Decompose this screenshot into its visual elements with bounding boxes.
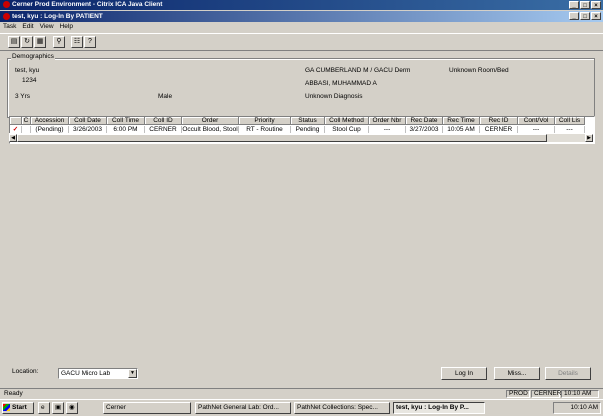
scroll-thumb[interactable] [17, 134, 547, 142]
start-label: Start [12, 404, 27, 411]
close-button[interactable]: × [591, 12, 601, 20]
taskbar-cerner-label: Cerner [106, 404, 126, 411]
taskbar: Start e ▣ ◉ Cerner PathNet General Lab: … [0, 399, 603, 416]
print-icon[interactable]: ▦ [34, 36, 46, 48]
outer-window-title: Cerner Prod Environment - Citrix ICA Jav… [12, 1, 163, 8]
chevron-down-icon[interactable]: ▼ [128, 369, 137, 378]
demographics-label: Demographics [11, 53, 55, 60]
status-text: Ready [4, 390, 23, 397]
scroll-right-icon[interactable]: ▶ [585, 134, 593, 142]
menu-bar: Task Edit View Help [0, 22, 603, 32]
menu-help[interactable]: Help [57, 22, 76, 32]
taskbar-item-login[interactable]: test, kyu : Log-In By P... [393, 402, 485, 414]
menu-edit[interactable]: Edit [19, 22, 36, 32]
col-header-accession[interactable]: Accession [31, 117, 69, 125]
taskbar-item-general-lab[interactable]: PathNet General Lab: Ord... [195, 402, 291, 414]
cross-icon [3, 12, 10, 20]
quicklaunch-desktop-icon[interactable]: ▣ [52, 402, 64, 414]
toolbar: ▤ ↻ ▦ ⚲ ☷ ? [0, 33, 603, 51]
col-header-rec-id[interactable]: Rec ID [480, 117, 518, 125]
system-tray: 10:10 AM [553, 402, 601, 414]
status-time: 10:10 AM [561, 390, 599, 398]
patient-name: test, kyu [15, 67, 40, 74]
windows-logo-icon [3, 403, 10, 411]
col-header-status[interactable]: Status [291, 117, 325, 125]
help-icon[interactable]: ? [84, 36, 96, 48]
menu-view[interactable]: View [37, 22, 57, 32]
col-header-coll-id[interactable]: Coll ID [145, 117, 182, 125]
inner-title-bar[interactable]: test, kyu : Log-In By PATIENT _ □ × [0, 11, 603, 22]
search-icon[interactable]: ⚲ [53, 36, 65, 48]
col-header-coll-method[interactable]: Coll Method [325, 117, 369, 125]
patient-room: Unknown Room/Bed [449, 67, 509, 74]
location-label: Location: [12, 368, 39, 375]
col-header-c[interactable]: C [22, 117, 31, 125]
patient-age: 3 Yrs [15, 93, 31, 100]
patient-location: GA CUMBERLAND M / GACU Derm [305, 67, 411, 74]
taskbar-item-collections[interactable]: PathNet Collections: Spec... [294, 402, 390, 414]
menu-task[interactable]: Task [0, 22, 19, 32]
status-user: CERNER [531, 390, 561, 398]
new-icon[interactable]: ▤ [8, 36, 20, 48]
taskbar-general-lab-label: PathNet General Lab: Ord... [198, 404, 279, 411]
list-icon[interactable]: ☷ [71, 36, 83, 48]
patient-physician: ABBASI, MUHAMMAD A [305, 80, 377, 87]
col-header-priority[interactable]: Priority [239, 117, 291, 125]
refresh-icon[interactable]: ↻ [21, 36, 33, 48]
status-env: PROD [506, 390, 530, 398]
col-header-rec-time[interactable]: Rec Time [443, 117, 480, 125]
scroll-left-icon[interactable]: ◀ [9, 134, 17, 142]
taskbar-item-cerner[interactable]: Cerner [103, 402, 191, 414]
col-header-coll-date[interactable]: Coll Date [69, 117, 107, 125]
tray-clock[interactable]: 10:10 AM [571, 404, 598, 411]
login-button[interactable]: Log In [441, 367, 487, 380]
location-value: GACU Micro Lab [61, 370, 111, 377]
taskbar-collections-label: PathNet Collections: Spec... [297, 404, 378, 411]
quicklaunch-app-icon[interactable]: ◉ [66, 402, 78, 414]
col-header-rec-date[interactable]: Rec Date [406, 117, 443, 125]
col-header-cont-vol[interactable]: Cont/Vol [518, 117, 555, 125]
maximize-button[interactable]: □ [580, 12, 590, 20]
col-header-coll-time[interactable]: Coll Time [107, 117, 145, 125]
outer-close-button[interactable]: × [591, 1, 601, 9]
minimize-button[interactable]: _ [569, 12, 579, 20]
miss-button[interactable]: Miss... [494, 367, 540, 380]
patient-sex: Male [158, 93, 173, 100]
outer-title-bar[interactable]: Cerner Prod Environment - Citrix ICA Jav… [0, 0, 603, 10]
start-button[interactable]: Start [2, 402, 34, 414]
patient-diagnosis: Unknown Diagnosis [305, 93, 363, 100]
quicklaunch-ie-icon[interactable]: e [38, 402, 50, 414]
outer-maximize-button[interactable]: □ [580, 1, 590, 9]
taskbar-login-label: test, kyu : Log-In By P... [396, 404, 469, 411]
cerner-icon [3, 0, 10, 8]
details-button[interactable]: Details [545, 367, 591, 380]
inner-window-title: test, kyu : Log-In By PATIENT [12, 13, 103, 20]
status-bar: Ready PROD CERNER 10:10 AM [0, 388, 603, 399]
col-header-order-nbr[interactable]: Order Nbr [369, 117, 406, 125]
col-header-select[interactable] [10, 117, 22, 125]
patient-mrn: 1234 [22, 77, 37, 84]
horizontal-scrollbar[interactable]: ◀ ▶ [9, 133, 593, 142]
outer-minimize-button[interactable]: _ [569, 1, 579, 9]
col-header-order[interactable]: Order [182, 117, 239, 125]
col-header-coll-list[interactable]: Coll Lis [555, 117, 585, 125]
location-select[interactable]: GACU Micro Lab ▼ [58, 368, 138, 379]
grid-header: C Accession Coll Date Coll Time Coll ID … [10, 117, 585, 125]
